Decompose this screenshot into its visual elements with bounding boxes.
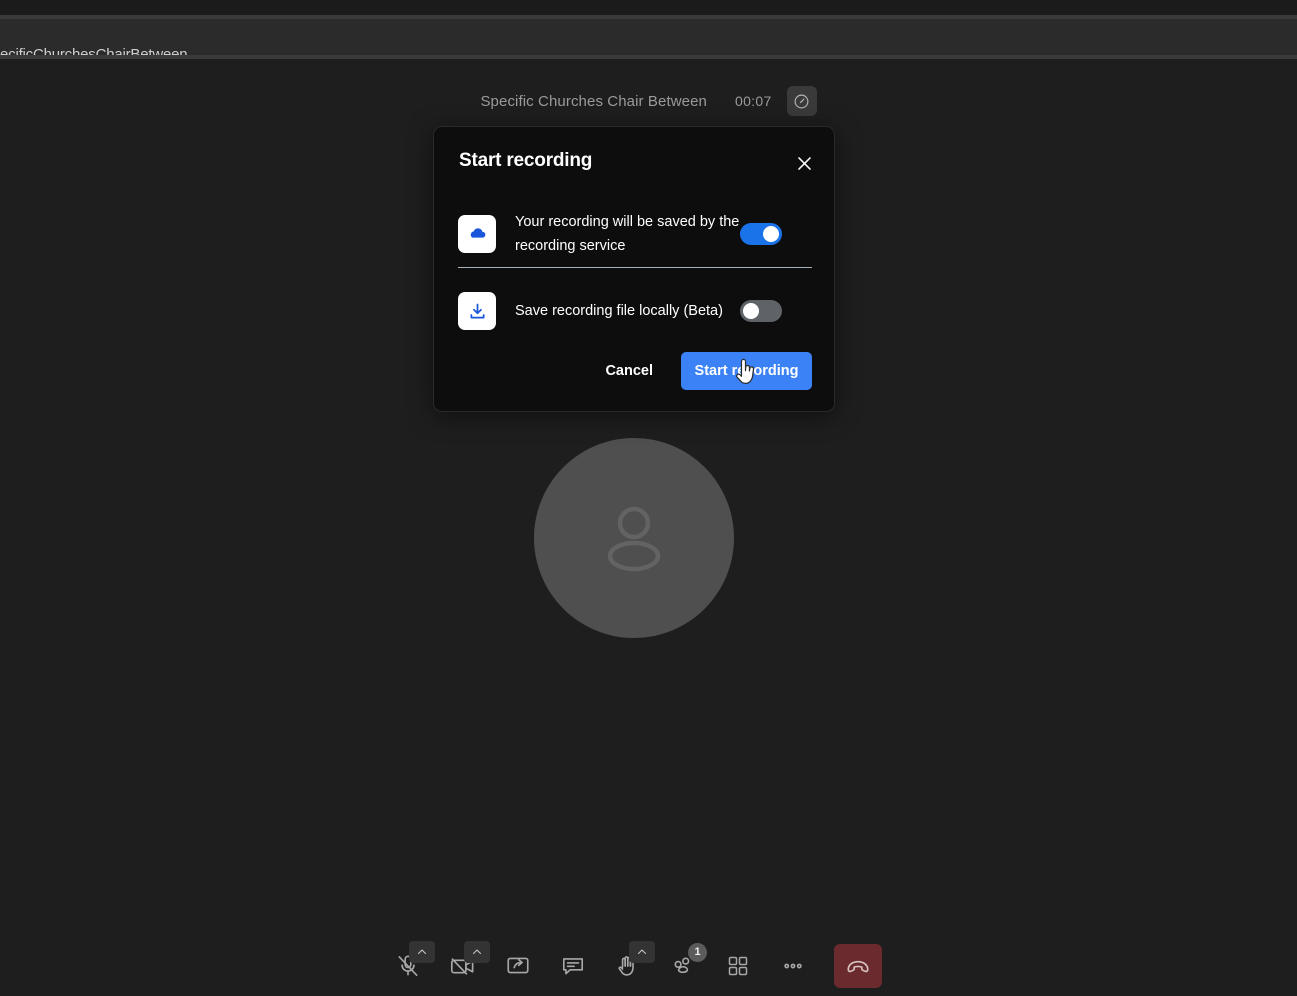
dialog-overlay: Start recording Your recording will be s… (0, 0, 1297, 996)
download-icon (458, 292, 496, 330)
dialog-title: Start recording (459, 150, 593, 171)
toolbar-button-camera[interactable] (435, 939, 490, 994)
hangup-button[interactable] (834, 944, 882, 988)
close-icon[interactable] (792, 151, 816, 175)
participants-count-badge: 1 (688, 942, 707, 962)
app-root: ecificChurchesChairBetween Specific Chur… (0, 0, 1297, 996)
chevron-up-icon-raise-hand[interactable] (629, 940, 655, 963)
chevron-up-icon-microphone[interactable] (409, 940, 435, 963)
dialog-actions: Cancel Start recording (434, 348, 836, 394)
toggle-knob (743, 303, 759, 319)
option-row-save-locally: Save recording file locally (Beta) (458, 284, 812, 338)
option-row-cloud-recording: Your recording will be saved by the reco… (458, 207, 812, 261)
toggle-knob (763, 226, 779, 242)
meeting-toolbar: 1 (380, 936, 882, 996)
toggle-cloud-recording[interactable] (740, 223, 782, 245)
cloud-icon (458, 215, 496, 253)
toolbar-button-raise-hand[interactable] (600, 939, 655, 994)
option-label-cloud-recording: Your recording will be saved by the reco… (515, 214, 740, 254)
chevron-up-icon-camera[interactable] (464, 940, 490, 963)
toolbar-button-participants[interactable]: 1 (655, 939, 710, 994)
toolbar-button-microphone[interactable] (380, 939, 435, 994)
start-recording-dialog: Start recording Your recording will be s… (433, 126, 835, 412)
toolbar-button-more-options[interactable] (765, 939, 820, 994)
option-label-save-locally: Save recording file locally (Beta) (515, 303, 723, 319)
start-recording-button[interactable]: Start recording (681, 352, 812, 390)
toggle-save-locally[interactable] (740, 300, 782, 322)
cancel-button[interactable]: Cancel (589, 353, 669, 389)
toolbar-button-share[interactable] (490, 939, 545, 994)
toolbar-button-tile-view[interactable] (710, 939, 765, 994)
dialog-divider (458, 267, 812, 268)
toolbar-button-chat[interactable] (545, 939, 600, 994)
